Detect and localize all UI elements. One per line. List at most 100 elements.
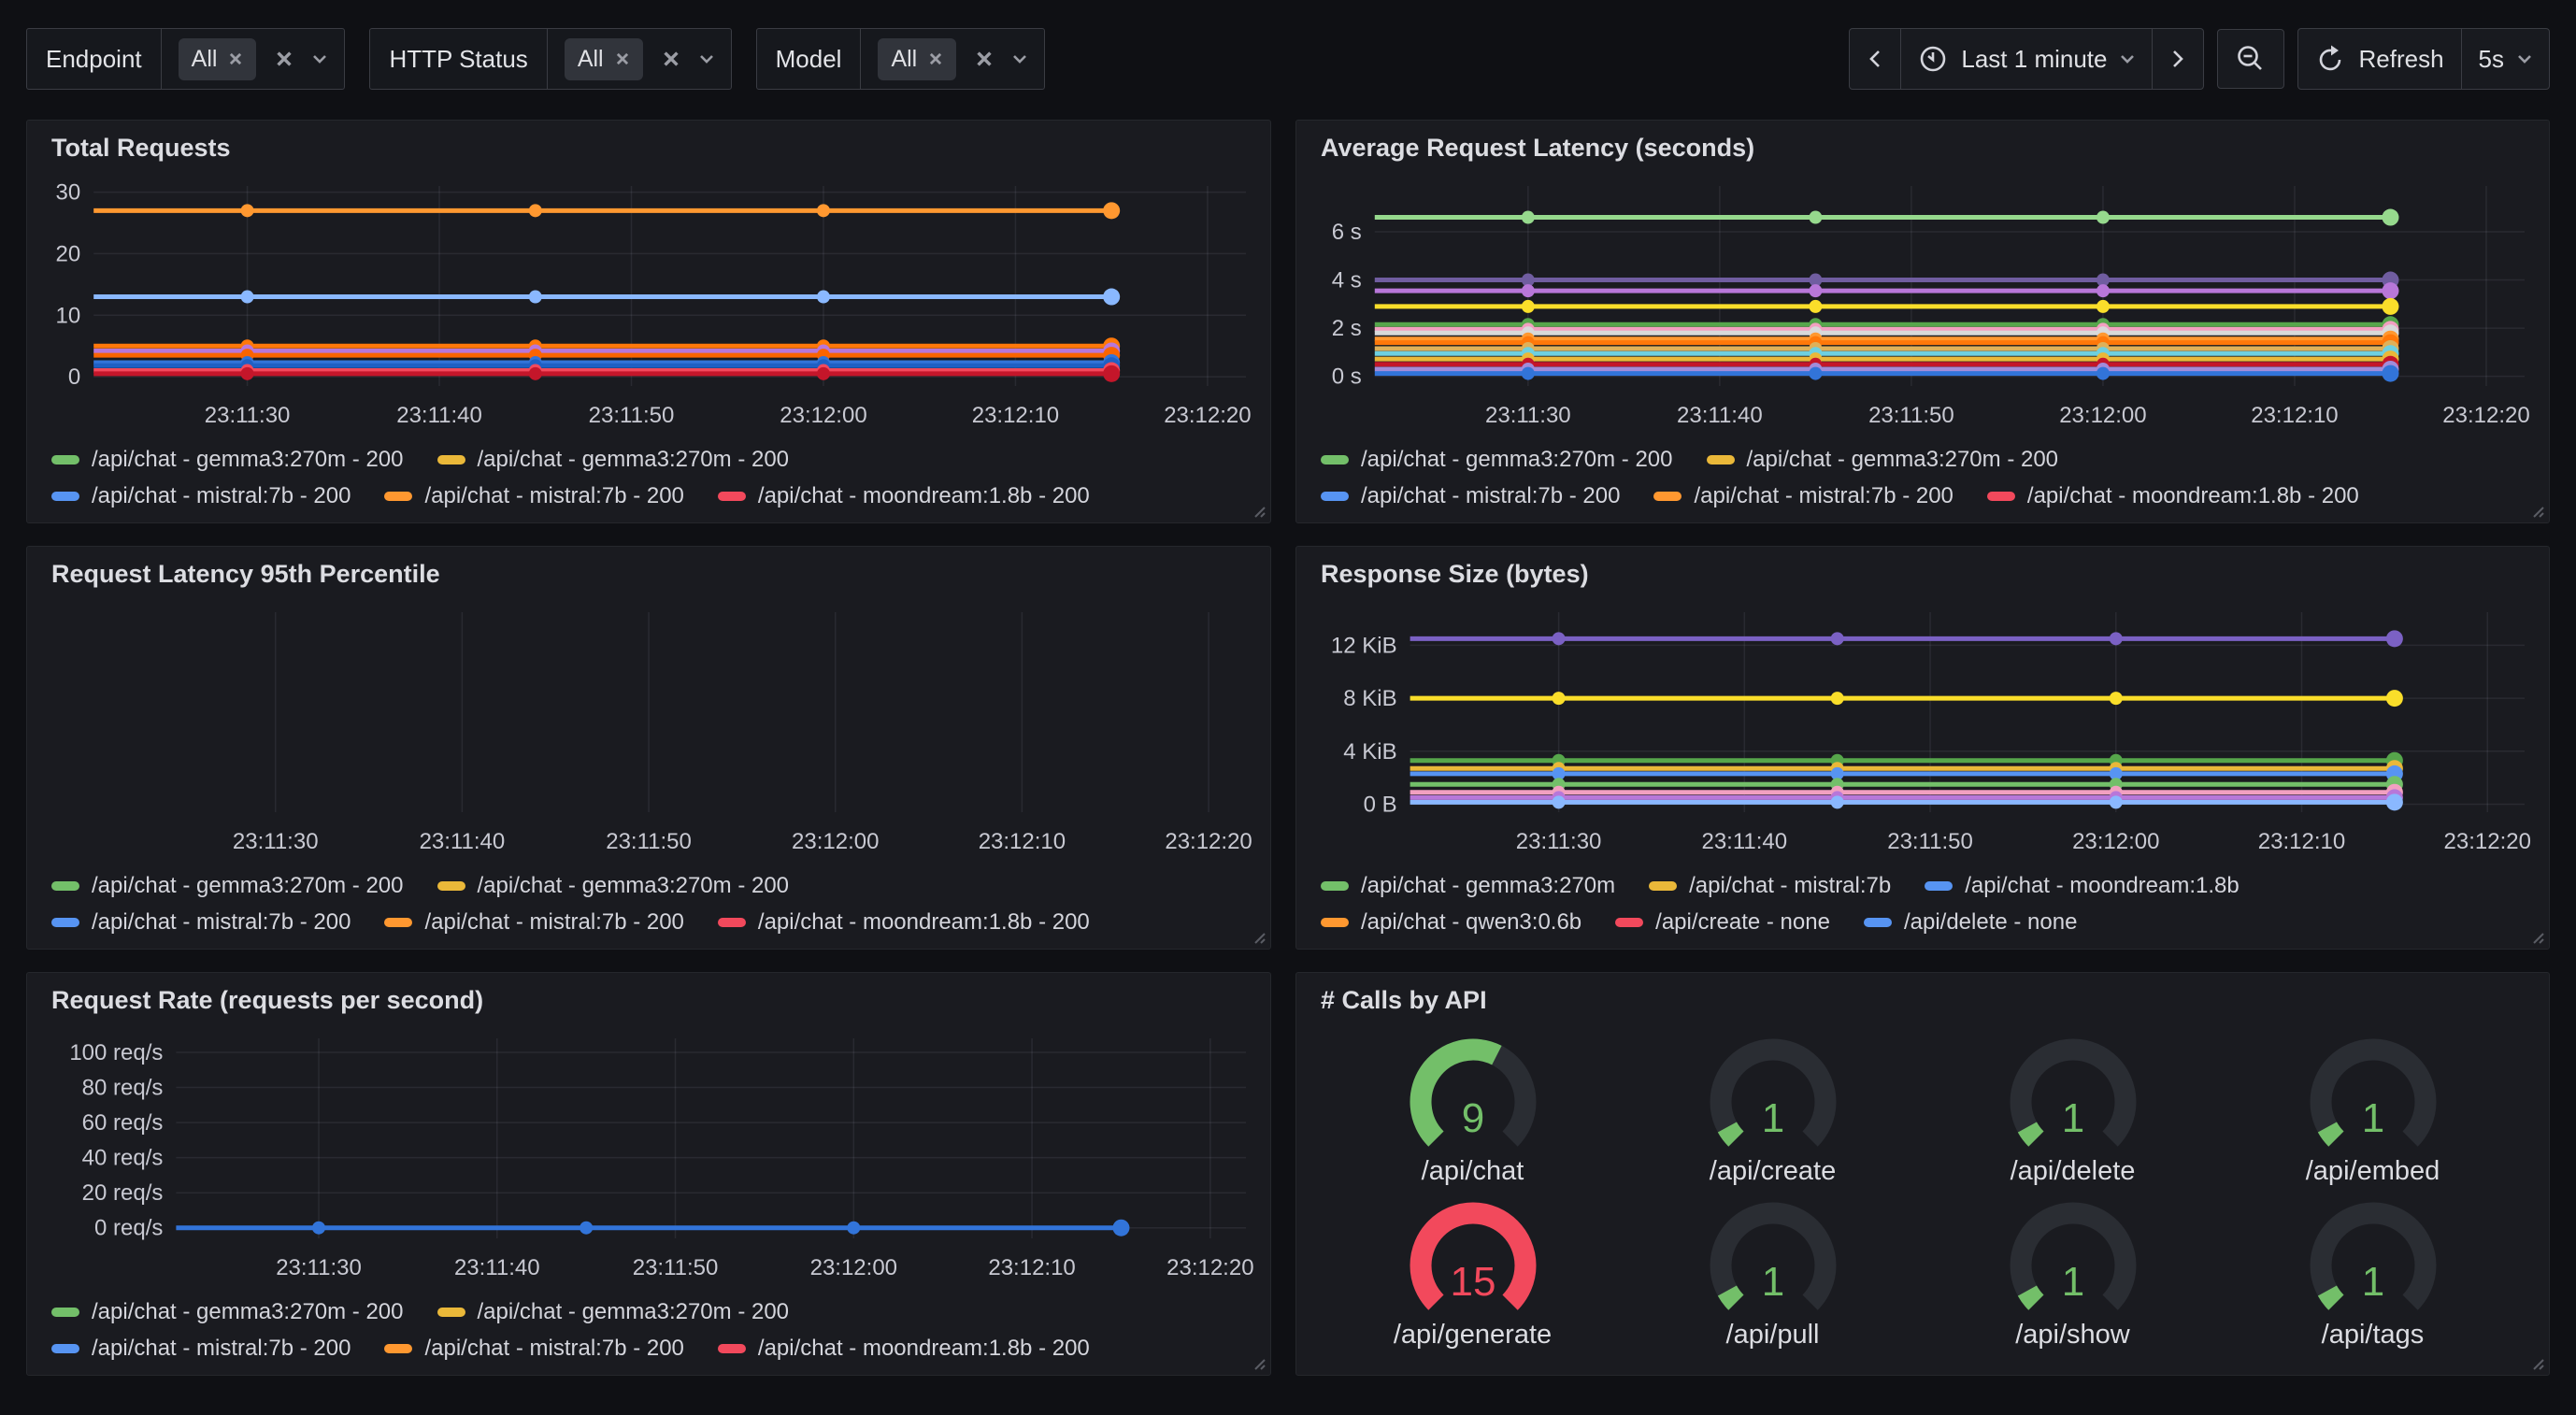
- legend-item[interactable]: /api/chat - gemma3:270m - 200: [437, 1299, 790, 1325]
- gauge--api-embed[interactable]: 1/api/embed: [2291, 1035, 2455, 1187]
- filter-value-picker[interactable]: All: [548, 29, 731, 89]
- legend-item[interactable]: /api/chat - gemma3:270m - 200: [51, 1299, 404, 1325]
- legend-item[interactable]: /api/chat - mistral:7b - 200: [51, 483, 351, 509]
- legend-item[interactable]: /api/chat - mistral:7b: [1649, 873, 1891, 899]
- legend-item[interactable]: /api/chat - gemma3:270m - 200: [51, 447, 404, 473]
- legend-item[interactable]: /api/chat - gemma3:270m - 200: [51, 873, 404, 899]
- gauge--api-create[interactable]: 1/api/create: [1691, 1035, 1855, 1187]
- clear-filter-icon[interactable]: [975, 50, 994, 68]
- legend-item[interactable]: /api/chat - qwen3:0.6b: [1321, 909, 1581, 936]
- panel-title[interactable]: # Calls by API: [1296, 973, 2549, 1025]
- zoom-out-time-button[interactable]: [2217, 29, 2284, 89]
- gauge--api-chat[interactable]: 9/api/chat: [1391, 1035, 1555, 1187]
- legend-item[interactable]: /api/chat - mistral:7b - 200: [1321, 483, 1620, 509]
- filter-value-picker[interactable]: All: [861, 29, 1044, 89]
- svg-text:23:11:50: 23:11:50: [606, 829, 692, 854]
- gauge-label: /api/embed: [2306, 1156, 2440, 1187]
- chevron-right-icon: [2169, 45, 2186, 73]
- filter-value-picker[interactable]: All: [162, 29, 345, 89]
- time-forward-button[interactable]: [2152, 29, 2203, 89]
- clear-filter-icon[interactable]: [662, 50, 680, 68]
- filter-label: HTTP Status: [370, 29, 547, 89]
- gauge--api-generate[interactable]: 15/api/generate: [1391, 1198, 1555, 1351]
- selected-value-pill[interactable]: All: [565, 38, 643, 80]
- remove-value-icon[interactable]: [228, 51, 243, 66]
- legend-item[interactable]: /api/chat - gemma3:270m - 200: [1707, 447, 2059, 473]
- gauge-arc: 1: [1991, 1198, 2155, 1320]
- dashboard-header: EndpointAllHTTP StatusAllModelAll Last 1…: [0, 0, 2576, 90]
- legend-item[interactable]: /api/chat - mistral:7b - 200: [384, 483, 683, 509]
- panel-title[interactable]: Request Latency 95th Percentile: [27, 547, 1270, 599]
- legend-item[interactable]: /api/chat - mistral:7b - 200: [384, 909, 683, 936]
- legend-label: /api/chat - gemma3:270m - 200: [478, 1299, 790, 1325]
- legend-item[interactable]: /api/delete - none: [1864, 909, 2077, 936]
- panel-calls-by-api: # Calls by API9/api/chat1/api/create1/ap…: [1295, 972, 2550, 1376]
- legend-item[interactable]: /api/chat - mistral:7b - 200: [51, 1336, 351, 1362]
- legend-label: /api/delete - none: [1904, 909, 2077, 936]
- legend-item[interactable]: /api/chat - mistral:7b - 200: [384, 1336, 683, 1362]
- chart-area: 23:11:3023:11:4023:11:5023:12:0023:12:10…: [27, 599, 1270, 861]
- legend-swatch: [1321, 881, 1349, 891]
- time-range-label: Last 1 minute: [1961, 45, 2107, 74]
- time-controls: Last 1 minute: [1849, 28, 2550, 90]
- legend-swatch: [1925, 881, 1953, 891]
- panel-resize-handle[interactable]: [1250, 1354, 1267, 1371]
- svg-text:60 req/s: 60 req/s: [82, 1110, 164, 1136]
- panel-resize-handle[interactable]: [2528, 502, 2545, 519]
- gauge-value: 1: [2361, 1259, 2383, 1305]
- clear-filter-icon[interactable]: [275, 50, 293, 68]
- refresh-interval-picker[interactable]: 5s: [2461, 29, 2549, 89]
- svg-text:23:11:50: 23:11:50: [633, 1255, 719, 1280]
- svg-text:23:12:10: 23:12:10: [2258, 829, 2345, 854]
- legend-item[interactable]: /api/chat - moondream:1.8b - 200: [718, 909, 1090, 936]
- time-back-button[interactable]: [1850, 29, 1900, 89]
- refresh-button[interactable]: Refresh: [2298, 29, 2460, 89]
- legend-item[interactable]: /api/chat - mistral:7b - 200: [1653, 483, 1953, 509]
- legend-item[interactable]: /api/chat - gemma3:270m - 200: [1321, 447, 1673, 473]
- timeseries-chart[interactable]: 23:11:3023:11:4023:11:5023:12:0023:12:10…: [36, 1025, 1261, 1287]
- legend-item[interactable]: /api/chat - mistral:7b - 200: [51, 909, 351, 936]
- panel-title[interactable]: Request Rate (requests per second): [27, 973, 1270, 1025]
- svg-text:4 KiB: 4 KiB: [1343, 739, 1396, 765]
- time-range-picker[interactable]: Last 1 minute: [1900, 29, 2152, 89]
- legend-item[interactable]: /api/chat - moondream:1.8b: [1925, 873, 2240, 899]
- legend-item[interactable]: /api/chat - gemma3:270m - 200: [437, 873, 790, 899]
- svg-text:23:11:50: 23:11:50: [589, 403, 675, 428]
- svg-text:23:12:00: 23:12:00: [2072, 829, 2159, 854]
- timeseries-chart[interactable]: 23:11:3023:11:4023:11:5023:12:0023:12:10…: [1306, 599, 2540, 861]
- remove-value-icon[interactable]: [928, 51, 943, 66]
- timeseries-chart[interactable]: 23:11:3023:11:4023:11:5023:12:0023:12:10…: [1306, 173, 2540, 435]
- selected-value-pill[interactable]: All: [179, 38, 257, 80]
- legend-item[interactable]: /api/chat - gemma3:270m - 200: [437, 447, 790, 473]
- legend-row: /api/chat - gemma3:270m/api/chat - mistr…: [1321, 873, 2525, 899]
- legend-item[interactable]: /api/chat - gemma3:270m: [1321, 873, 1615, 899]
- panel-resize-handle[interactable]: [1250, 502, 1267, 519]
- gauge--api-pull[interactable]: 1/api/pull: [1691, 1198, 1855, 1351]
- selected-value-pill[interactable]: All: [878, 38, 956, 80]
- timeseries-chart[interactable]: 23:11:3023:11:4023:11:5023:12:0023:12:10…: [36, 173, 1261, 435]
- svg-text:100 req/s: 100 req/s: [69, 1040, 163, 1065]
- remove-value-icon[interactable]: [615, 51, 630, 66]
- panel-resize-handle[interactable]: [2528, 1354, 2545, 1371]
- panel-resize-handle[interactable]: [1250, 928, 1267, 945]
- timeseries-chart[interactable]: 23:11:3023:11:4023:11:5023:12:0023:12:10…: [36, 599, 1261, 861]
- gauge-value: 1: [1761, 1095, 1783, 1141]
- legend-label: /api/chat - mistral:7b - 200: [92, 483, 351, 509]
- legend-item[interactable]: /api/chat - moondream:1.8b - 200: [718, 483, 1090, 509]
- legend-label: /api/chat - gemma3:270m - 200: [92, 447, 404, 473]
- legend-swatch: [384, 1344, 412, 1353]
- chart-grid: 23:11:3023:11:4023:11:5023:12:0023:12:10…: [69, 1038, 1253, 1280]
- gauge-value: 1: [2061, 1259, 2083, 1305]
- gauge--api-tags[interactable]: 1/api/tags: [2291, 1198, 2455, 1351]
- panel-title[interactable]: Response Size (bytes): [1296, 547, 2549, 599]
- legend-item[interactable]: /api/create - none: [1615, 909, 1830, 936]
- panel-resize-handle[interactable]: [2528, 928, 2545, 945]
- legend-row: /api/chat - mistral:7b - 200/api/chat - …: [51, 909, 1246, 936]
- panel-title[interactable]: Average Request Latency (seconds): [1296, 121, 2549, 173]
- panel-title[interactable]: Total Requests: [27, 121, 1270, 173]
- gauge--api-show[interactable]: 1/api/show: [1991, 1198, 2155, 1351]
- legend-swatch: [384, 492, 412, 501]
- gauge--api-delete[interactable]: 1/api/delete: [1991, 1035, 2155, 1187]
- legend-item[interactable]: /api/chat - moondream:1.8b - 200: [1987, 483, 2359, 509]
- legend-item[interactable]: /api/chat - moondream:1.8b - 200: [718, 1336, 1090, 1362]
